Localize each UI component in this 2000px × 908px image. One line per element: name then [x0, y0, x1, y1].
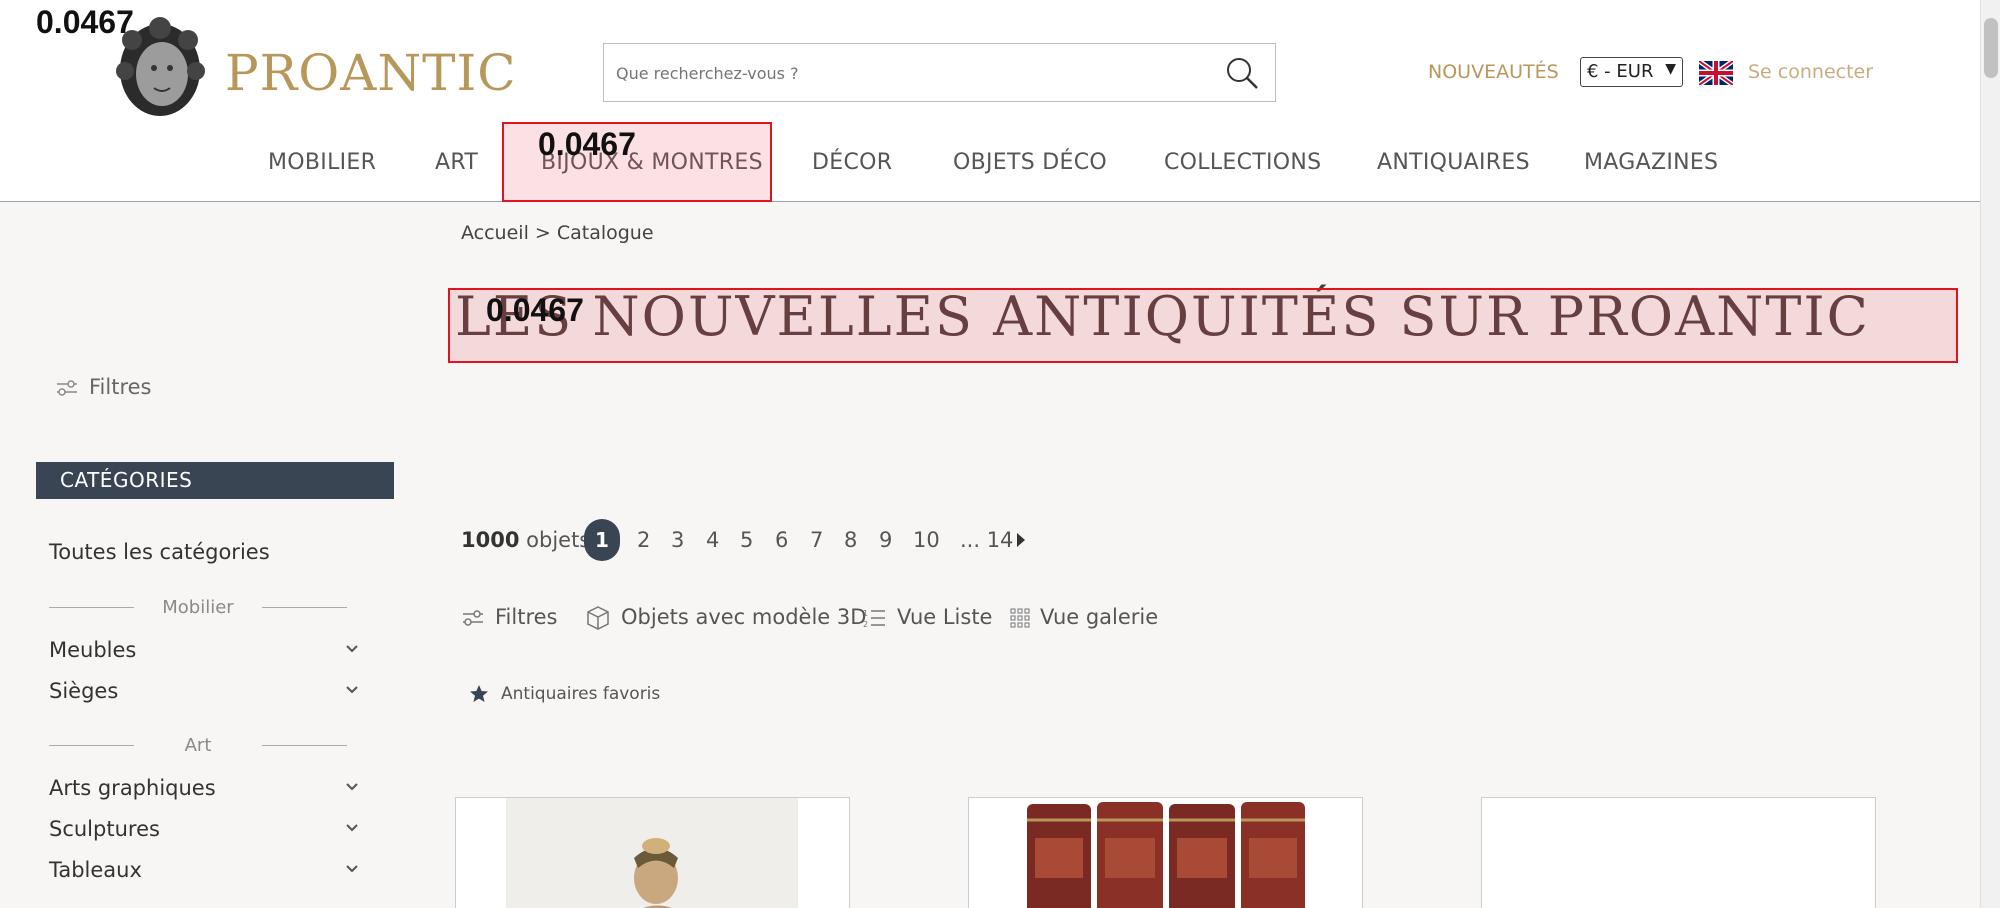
nav-item-objets-deco[interactable]: OBJETS DÉCO — [953, 150, 1107, 175]
results-count-value: 1000 — [461, 528, 520, 552]
chevron-down-icon — [346, 645, 358, 653]
currency-value: € - EUR — [1587, 61, 1654, 82]
nav-item-art[interactable]: ART — [435, 150, 478, 175]
pagination-page[interactable]: 3 — [671, 528, 684, 552]
list-view-icon: 1 2 — [863, 609, 885, 629]
pagination-current-page[interactable]: 1 — [584, 519, 620, 561]
sidebar-item-label: Sculptures — [49, 817, 160, 841]
filters-button[interactable]: Filtres — [461, 605, 558, 629]
list-view-label: Vue Liste — [897, 605, 993, 629]
sidebar-item-label: Sièges — [49, 679, 119, 703]
pagination-page[interactable]: 6 — [775, 528, 788, 552]
filter-icon — [463, 610, 483, 626]
sidebar-item-sieges[interactable]: Sièges — [49, 679, 359, 703]
sidebar-item-arts-graphiques[interactable]: Arts graphiques — [49, 776, 359, 800]
login-link[interactable]: Se connecter — [1748, 61, 1873, 83]
gallery-view-button[interactable]: Vue galerie — [1010, 605, 1158, 629]
sidebar-filter-button[interactable]: Filtres — [55, 375, 152, 399]
nav-item-mobilier[interactable]: MOBILIER — [268, 150, 376, 175]
nav-item-collections[interactable]: COLLECTIONS — [1164, 150, 1321, 175]
model-3d-label: Objets avec modèle 3D — [621, 605, 867, 629]
results-count-label: objets — [526, 528, 591, 552]
pagination-page[interactable]: 7 — [810, 528, 823, 552]
sidebar-item-meubles[interactable]: Meubles — [49, 638, 359, 662]
product-image[interactable] — [1019, 798, 1311, 908]
pagination-page[interactable]: 9 — [879, 528, 892, 552]
sidebar-filter-label: Filtres — [89, 375, 152, 399]
nav-item-antiquaires[interactable]: ANTIQUAIRES — [1377, 150, 1530, 175]
pagination-next-icon[interactable] — [1015, 531, 1027, 549]
sidebar-item-sculptures[interactable]: Sculptures — [49, 817, 359, 841]
product-card[interactable] — [968, 797, 1363, 908]
sidebar-item-label: Meubles — [49, 638, 137, 662]
chevron-down-icon — [346, 865, 358, 873]
sidebar-item-all-categories[interactable]: Toutes les catégories — [49, 540, 270, 564]
search-icon[interactable] — [1223, 54, 1261, 92]
overlay-score-label: 0.0467 — [36, 4, 134, 40]
pagination-page[interactable]: 10 — [913, 528, 940, 552]
favorite-dealers-filter[interactable]: Antiquaires favoris — [469, 684, 660, 704]
currency-select[interactable]: € - EUR ▼ — [1580, 57, 1683, 87]
category-section-title: Mobilier — [49, 597, 347, 618]
nav-item-magazines[interactable]: MAGAZINES — [1584, 150, 1718, 175]
model-3d-filter-button[interactable]: Objets avec modèle 3D — [585, 605, 866, 631]
favorite-dealers-label: Antiquaires favoris — [501, 684, 661, 704]
svg-text:2: 2 — [863, 620, 868, 629]
product-card[interactable] — [1481, 797, 1876, 908]
pagination-page-last[interactable]: ... 14 — [960, 528, 1013, 552]
pagination-page[interactable]: 4 — [706, 528, 719, 552]
sidebar-item-tableaux[interactable]: Tableaux — [49, 858, 359, 882]
list-view-button[interactable]: 1 2 Vue Liste — [863, 605, 992, 629]
nav-item-decor[interactable]: DÉCOR — [812, 150, 892, 175]
sidebar-item-label: Arts graphiques — [49, 776, 216, 800]
category-section-title: Art — [49, 735, 347, 756]
grid-view-icon — [1010, 608, 1030, 628]
breadcrumb[interactable]: Accueil > Catalogue — [461, 222, 654, 244]
star-icon — [470, 685, 488, 702]
gallery-view-label: Vue galerie — [1040, 605, 1159, 629]
filters-label: Filtres — [495, 605, 558, 629]
main-nav: MOBILIER ART BIJOUX & MONTRES DÉCOR OBJE… — [0, 130, 1980, 196]
pagination-page[interactable]: 8 — [844, 528, 857, 552]
chevron-down-icon — [346, 686, 358, 694]
overlay-score-label: 0.0467 — [486, 292, 584, 328]
nouveautes-link[interactable]: NOUVEAUTÉS — [1428, 61, 1559, 83]
sidebar-item-label: Tableaux — [49, 858, 142, 882]
highlight-box — [448, 288, 1958, 363]
chevron-down-icon: ▼ — [1665, 61, 1676, 77]
product-image[interactable] — [506, 798, 798, 908]
overlay-score-label: 0.0467 — [538, 126, 636, 162]
brand-logo-text[interactable]: PROANTIC — [225, 44, 517, 102]
search-input[interactable] — [616, 58, 1196, 88]
cube-3d-icon — [587, 606, 609, 630]
search-bar — [603, 43, 1276, 102]
filter-icon — [57, 380, 77, 396]
scrollbar-thumb[interactable] — [1984, 18, 1998, 78]
results-count: 1000 objets — [461, 528, 590, 552]
uk-flag-icon[interactable] — [1699, 61, 1733, 85]
chevron-down-icon — [346, 824, 358, 832]
pagination-page[interactable]: 2 — [637, 528, 650, 552]
product-card[interactable] — [455, 797, 850, 908]
page-scrollbar[interactable] — [1980, 0, 2000, 908]
site-header: PROANTIC NOUVEAUTÉS € - EUR ▼ Se connect… — [0, 0, 1980, 202]
pagination-page[interactable]: 5 — [740, 528, 753, 552]
svg-text:1: 1 — [863, 609, 868, 618]
chevron-down-icon — [346, 783, 358, 791]
categories-header: CATÉGORIES — [36, 462, 394, 499]
